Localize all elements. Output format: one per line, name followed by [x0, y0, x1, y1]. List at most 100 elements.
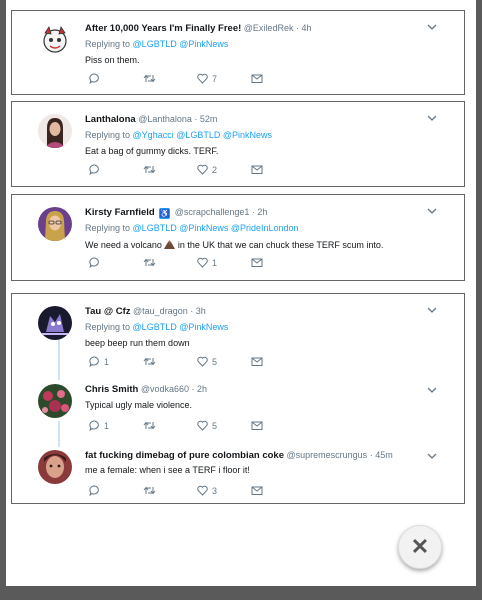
avatar[interactable]	[38, 114, 72, 148]
retweet-button[interactable]	[143, 356, 156, 367]
like-icon	[197, 420, 208, 431]
tweet-text: beep beep run them down	[85, 338, 190, 348]
tweet-text-before: We need a volcano	[85, 240, 162, 250]
tweet-actions: 7	[85, 73, 285, 87]
avatar[interactable]	[38, 384, 72, 418]
avatar[interactable]	[38, 306, 72, 340]
handle[interactable]: @supremescrungus	[287, 450, 368, 460]
display-name[interactable]: Lanthalona	[85, 114, 136, 125]
replying-to: Replying to @LGBTLD @PinkNews @PrideInLo…	[85, 223, 299, 233]
mention-links[interactable]: @Yghacci @LGBTLD @PinkNews	[133, 130, 272, 140]
tweet-actions: 1	[85, 257, 285, 271]
like-button[interactable]: 2	[197, 164, 217, 175]
timestamp[interactable]: · 52m	[194, 114, 217, 124]
mention-links[interactable]: @LGBTLD @PinkNews	[133, 322, 229, 332]
tweet-text: Piss on them.	[85, 55, 140, 65]
tweet[interactable]: fat fucking dimebag of pure colombian co…	[12, 440, 464, 504]
replying-to-label: Replying to	[85, 223, 131, 233]
display-name[interactable]: Tau @ Cfz	[85, 306, 131, 317]
handle[interactable]: @Lanthalona	[138, 114, 192, 124]
tweet[interactable]: Tau @ Cfz @tau_dragon · 3h Replying to @…	[12, 294, 464, 374]
chevron-down-icon[interactable]	[426, 205, 438, 217]
avatar-icon	[38, 23, 72, 57]
tweet-card[interactable]: Kirsty Farnfield ♿ @scrapchallenge1 · 2h…	[11, 194, 465, 281]
chevron-down-icon[interactable]	[426, 384, 438, 396]
tweet-header: Tau @ Cfz @tau_dragon · 3h	[85, 306, 428, 317]
like-button[interactable]: 5	[197, 356, 217, 367]
reply-button[interactable]	[89, 164, 104, 175]
reply-icon	[89, 73, 99, 84]
avatar-icon	[38, 450, 72, 484]
timestamp[interactable]: · 2h	[192, 384, 208, 394]
message-button[interactable]	[251, 73, 263, 84]
message-button[interactable]	[251, 485, 263, 496]
timestamp[interactable]: · 45m	[370, 450, 393, 460]
chevron-down-icon[interactable]	[426, 21, 438, 33]
display-name[interactable]: Chris Smith	[85, 384, 138, 395]
message-button[interactable]	[251, 164, 263, 175]
timestamp[interactable]: · 4h	[296, 23, 312, 33]
tweet[interactable]: Chris Smith @vodka660 · 2h Typical ugly …	[12, 374, 464, 440]
retweet-button[interactable]	[143, 257, 156, 268]
avatar[interactable]	[38, 23, 72, 57]
handle[interactable]: @scrapchallenge1	[175, 207, 250, 217]
like-count: 5	[212, 420, 218, 431]
like-button[interactable]: 5	[197, 420, 217, 431]
tweet-card[interactable]: After 10,000 Years I'm Finally Free! @Ex…	[11, 10, 465, 95]
thread-card[interactable]: Tau @ Cfz @tau_dragon · 3h Replying to @…	[11, 293, 465, 504]
reply-button[interactable]: 1	[89, 420, 109, 431]
retweet-button[interactable]	[143, 420, 156, 431]
tweet[interactable]: Lanthalona @Lanthalona · 52m Replying to…	[12, 102, 464, 182]
display-name[interactable]: After 10,000 Years I'm Finally Free!	[85, 23, 241, 34]
mention-links[interactable]: @LGBTLD @PinkNews	[133, 39, 229, 49]
timestamp[interactable]: · 2h	[252, 207, 268, 217]
like-button[interactable]: 7	[197, 73, 217, 84]
retweet-button[interactable]	[143, 485, 156, 496]
chevron-down-icon[interactable]	[426, 450, 438, 462]
like-count: 1	[212, 257, 218, 268]
chevron-down-icon[interactable]	[426, 304, 438, 316]
tweet[interactable]: After 10,000 Years I'm Finally Free! @Ex…	[12, 11, 464, 91]
retweet-icon	[143, 421, 156, 430]
display-name[interactable]: Kirsty Farnfield	[85, 207, 155, 218]
tweet-text: We need a volcano in the UK that we can …	[85, 239, 383, 250]
avatar-icon	[38, 306, 72, 340]
tweet-card[interactable]: Lanthalona @Lanthalona · 52m Replying to…	[11, 101, 465, 187]
retweet-button[interactable]	[143, 164, 156, 175]
reply-button[interactable]	[89, 257, 104, 268]
timestamp[interactable]: · 3h	[190, 306, 206, 316]
retweet-icon	[143, 74, 156, 83]
handle[interactable]: @tau_dragon	[133, 306, 188, 316]
handle[interactable]: @vodka660	[141, 384, 189, 394]
retweet-button[interactable]	[143, 73, 156, 84]
avatar[interactable]	[38, 207, 72, 241]
message-button[interactable]	[251, 257, 263, 268]
reply-button[interactable]	[89, 485, 104, 496]
replying-to-label: Replying to	[85, 130, 131, 140]
like-icon	[197, 356, 208, 367]
avatar[interactable]	[38, 450, 72, 484]
tweet-text: Typical ugly male violence.	[85, 400, 193, 410]
handle[interactable]: @ExiledRek	[244, 23, 294, 33]
replying-to: Replying to @LGBTLD @PinkNews	[85, 39, 228, 49]
like-icon	[197, 257, 208, 268]
like-button[interactable]: 3	[197, 485, 217, 496]
retweet-icon	[143, 486, 156, 495]
display-name[interactable]: fat fucking dimebag of pure colombian co…	[85, 450, 284, 461]
close-button[interactable]: ✕	[398, 525, 442, 569]
like-button[interactable]: 1	[197, 257, 217, 268]
reply-button[interactable]	[89, 73, 104, 84]
message-button[interactable]	[251, 356, 263, 367]
message-button[interactable]	[251, 420, 263, 431]
tweet[interactable]: Kirsty Farnfield ♿ @scrapchallenge1 · 2h…	[12, 195, 464, 275]
chevron-down-icon[interactable]	[426, 112, 438, 124]
replying-to: Replying to @LGBTLD @PinkNews	[85, 322, 228, 332]
reply-button[interactable]: 1	[89, 356, 109, 367]
mention-links[interactable]: @LGBTLD @PinkNews @PrideInLondon	[133, 223, 299, 233]
like-count: 5	[212, 356, 218, 367]
reply-icon	[89, 485, 99, 496]
tweet-header: Chris Smith @vodka660 · 2h	[85, 384, 428, 395]
volcano-icon	[164, 240, 176, 249]
like-icon	[197, 73, 208, 84]
retweet-icon	[143, 258, 156, 267]
